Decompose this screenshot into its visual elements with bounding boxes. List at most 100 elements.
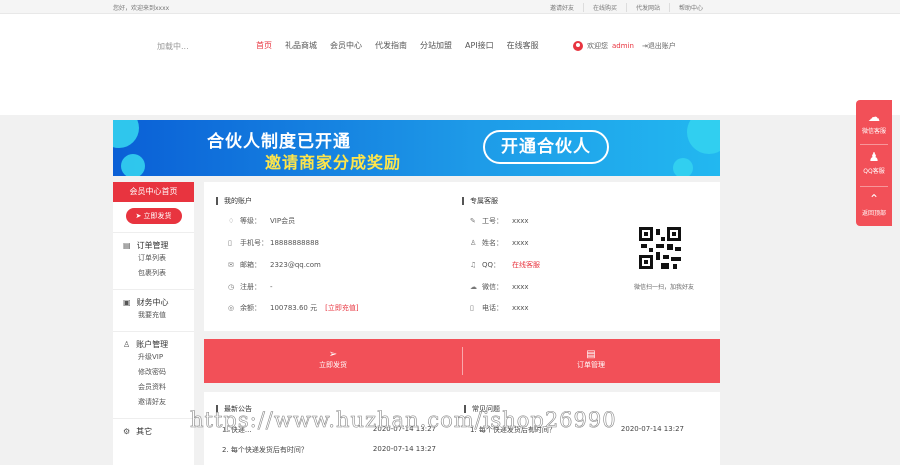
float-label: 返回顶部 bbox=[861, 210, 886, 217]
rocket-icon: ➤ bbox=[135, 212, 144, 220]
top-link-invite[interactable]: 邀请好友 bbox=[541, 3, 583, 12]
person-icon: ♙ bbox=[470, 239, 477, 247]
top-link-buy[interactable]: 在线购买 bbox=[582, 3, 626, 12]
order-manage-button[interactable]: ▤ 订单管理 bbox=[462, 339, 720, 383]
nav-franchise[interactable]: 分站加盟 bbox=[420, 40, 452, 51]
notice-item[interactable]: 2. 每个快递发货后有时间？ 2020-07-14 13:27 bbox=[222, 445, 436, 455]
banner-subheadline: 邀请商家分成奖励 bbox=[265, 153, 402, 172]
service-row-wechat: ☁ 微信： xxxx bbox=[470, 282, 529, 292]
sidebar-item-recharge[interactable]: 我要充值 bbox=[113, 308, 194, 323]
sidebar-item-change-password[interactable]: 修改密码 bbox=[113, 365, 194, 380]
divider bbox=[860, 186, 888, 187]
main-nav: 首页 礼品商城 会员中心 代发指南 分站加盟 API接口 在线客服 bbox=[256, 40, 552, 51]
account-row-email: ✉ 邮箱： 2323@qq.com bbox=[228, 260, 321, 270]
send-now-label: 立即发货 bbox=[143, 212, 172, 220]
account-label: 注册： bbox=[240, 283, 261, 291]
banner-decoration bbox=[113, 120, 139, 148]
order-manage-label: 订单管理 bbox=[577, 361, 605, 369]
watermark-text: https://www.huzhan.com/ishop26990 bbox=[190, 408, 617, 433]
top-link-help[interactable]: 帮助中心 bbox=[668, 3, 712, 12]
service-label: 姓名： bbox=[482, 239, 503, 247]
notice-text: 2. 每个快递发货后有时间？ bbox=[222, 446, 308, 454]
calendar-icon: ◷ bbox=[228, 283, 235, 291]
logout-link[interactable]: 退出账户 bbox=[648, 41, 676, 51]
send-icon: ➢ bbox=[328, 349, 338, 360]
online-service-link[interactable]: 在线客服 bbox=[512, 260, 540, 270]
bell-icon: ♫ bbox=[470, 261, 477, 269]
nav-support[interactable]: 在线客服 bbox=[507, 40, 539, 51]
service-value: xxxx bbox=[512, 283, 529, 291]
chevron-up-icon: ⌃ bbox=[868, 192, 880, 206]
logo[interactable]: 加载中... bbox=[157, 41, 189, 52]
service-value: xxxx bbox=[512, 239, 529, 247]
service-row-id: ✎ 工号： xxxx bbox=[470, 216, 529, 226]
nav-home[interactable]: 首页 bbox=[256, 40, 272, 51]
clipboard-icon: ▤ bbox=[123, 240, 131, 250]
account-row-level: ♢ 等级： VIP会员 bbox=[228, 216, 295, 226]
my-account-title: 我的账户 bbox=[216, 197, 252, 205]
nav-gift-mall[interactable]: 礼品商城 bbox=[285, 40, 317, 51]
become-partner-button[interactable]: 开通合伙人 bbox=[483, 130, 609, 164]
sidebar-group-account: ♙ 账户管理 升级VIP 修改密码 会员资料 邀请好友 bbox=[113, 331, 194, 410]
account-card: 我的账户 ♢ 等级： VIP会员 ▯ 手机号： 18888888888 ✉ 邮箱… bbox=[204, 182, 720, 331]
nav-member-center[interactable]: 会员中心 bbox=[330, 40, 362, 51]
recharge-link[interactable]: [立即充值] bbox=[325, 303, 358, 313]
service-row-qq: ♫ QQ： 在线客服 bbox=[470, 260, 540, 270]
sidebar-group-orders: ▤ 订单管理 订单列表 包裹列表 bbox=[113, 232, 194, 281]
balance-value: 100783.60 元 bbox=[270, 304, 318, 312]
wechat-icon: ☁ bbox=[470, 283, 477, 291]
account-value: VIP会员 bbox=[270, 217, 296, 225]
nav-api[interactable]: API接口 bbox=[465, 40, 494, 51]
coin-icon: ◎ bbox=[228, 304, 235, 312]
wechat-qr-code bbox=[639, 227, 681, 269]
sidebar-group-title: 财务中心 bbox=[136, 297, 169, 307]
quick-send-button[interactable]: ➢ 立即发货 bbox=[204, 339, 462, 383]
sidebar-item-invite[interactable]: 邀请好友 bbox=[113, 395, 194, 410]
nav-guide[interactable]: 代发指南 bbox=[375, 40, 407, 51]
sidebar-group-title[interactable]: 其它 bbox=[136, 426, 152, 437]
floating-service-bar: ☁ 微信客服 ♟ QQ客服 ⌃ 返回顶部 bbox=[856, 100, 892, 226]
service-row-phone: ▯ 电话： xxxx bbox=[470, 303, 529, 313]
top-link-site[interactable]: 代发网站 bbox=[625, 3, 669, 12]
username-link[interactable]: admin bbox=[612, 42, 634, 50]
account-label: 手机号： bbox=[240, 239, 268, 247]
quick-action-bar: ➢ 立即发货 ▤ 订单管理 bbox=[204, 339, 720, 383]
greeting: 欢迎您 bbox=[587, 42, 608, 50]
service-value: xxxx bbox=[512, 304, 529, 312]
account-value: - bbox=[270, 283, 273, 291]
avatar[interactable] bbox=[573, 41, 583, 51]
sidebar-item-package-list[interactable]: 包裹列表 bbox=[113, 266, 194, 281]
qq-service-button[interactable]: ♟ QQ客服 bbox=[856, 150, 892, 175]
wechat-service-button[interactable]: ☁ 微信客服 bbox=[856, 110, 892, 135]
service-label: QQ： bbox=[482, 261, 501, 269]
document-icon: ▤ bbox=[586, 349, 596, 360]
sidebar-group-other: ⚙ 其它 bbox=[113, 418, 194, 437]
mail-icon: ✉ bbox=[228, 261, 234, 269]
sidebar-group-finance: ▣ 财务中心 我要充值 bbox=[113, 289, 194, 323]
quick-send-label: 立即发货 bbox=[319, 361, 347, 369]
service-value: xxxx bbox=[512, 217, 529, 225]
float-label: 微信客服 bbox=[861, 128, 886, 135]
account-value: 2323@qq.com bbox=[270, 261, 321, 269]
banner-decoration bbox=[121, 154, 145, 176]
account-label: 余额： bbox=[240, 304, 261, 312]
banner-decoration bbox=[673, 158, 693, 176]
sidebar-group-title: 账户管理 bbox=[136, 339, 169, 349]
partner-banner[interactable]: 合伙人制度已开通 邀请商家分成奖励 开通合伙人 bbox=[113, 120, 720, 176]
header: 加载中... 首页 礼品商城 会员中心 代发指南 分站加盟 API接口 在线客服… bbox=[0, 14, 900, 115]
sidebar-item-upgrade-vip[interactable]: 升级VIP bbox=[113, 350, 194, 365]
gear-icon: ⚙ bbox=[123, 426, 131, 436]
sidebar-item-order-list[interactable]: 订单列表 bbox=[113, 251, 194, 266]
exclusive-service-title: 专属客服 bbox=[462, 197, 498, 205]
back-to-top-button[interactable]: ⌃ 返回顶部 bbox=[856, 192, 892, 217]
welcome-text: 您好，欢迎来到xxxx bbox=[113, 5, 170, 12]
phone-icon: ▯ bbox=[228, 239, 232, 247]
sidebar-title[interactable]: 会员中心首页 bbox=[113, 182, 194, 202]
send-now-button[interactable]: ➤ 立即发货 bbox=[125, 208, 182, 224]
users-icon: ♙ bbox=[123, 339, 131, 349]
mobile-icon: ▯ bbox=[470, 304, 474, 312]
id-icon: ✎ bbox=[470, 217, 476, 225]
sidebar-item-profile[interactable]: 会员资料 bbox=[113, 380, 194, 395]
account-row-balance: ◎ 余额： 100783.60 元 [立即充值] bbox=[228, 303, 359, 313]
service-row-name: ♙ 姓名： xxxx bbox=[470, 238, 529, 248]
